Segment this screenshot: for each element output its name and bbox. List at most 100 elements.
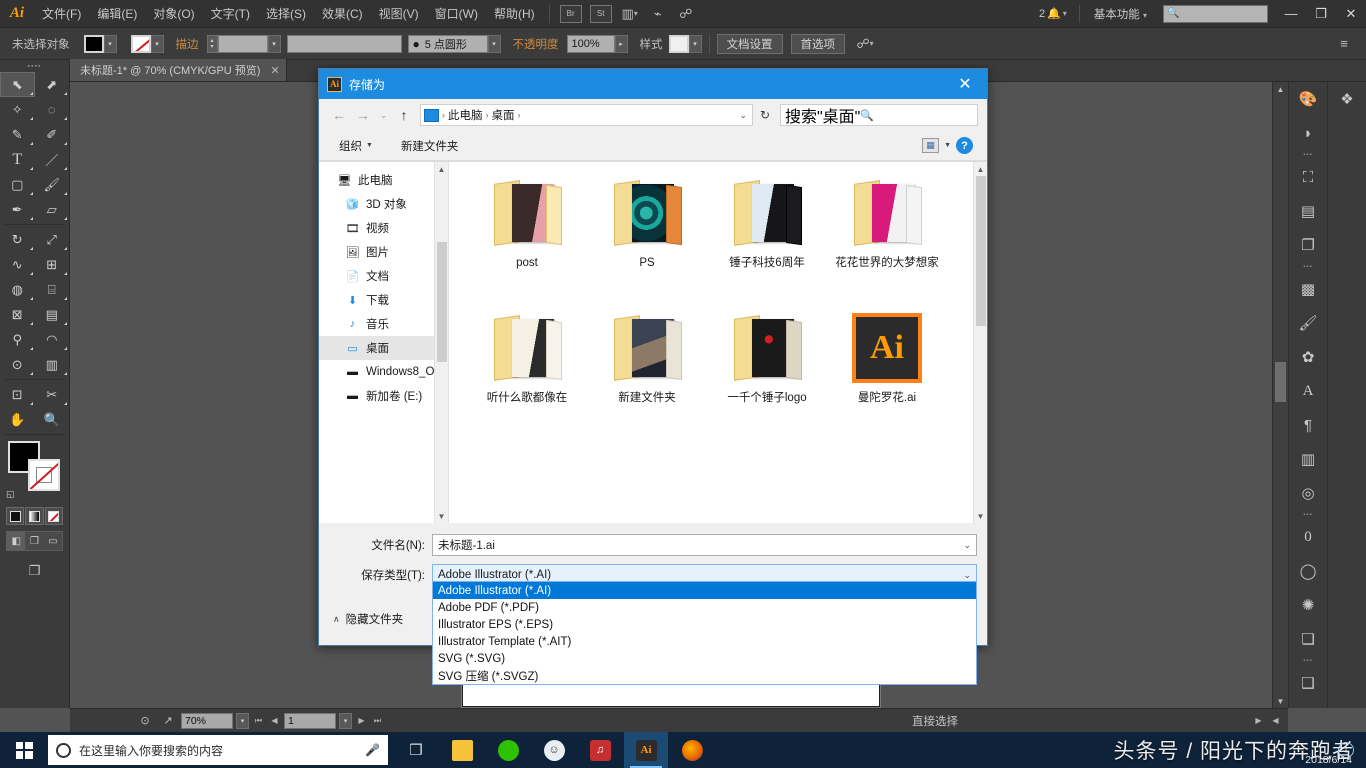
document-setup-button[interactable]: 文档设置 (717, 34, 783, 54)
width-tool[interactable]: ∿ (0, 252, 35, 277)
symbol-sprayer-tool[interactable]: ⊙ (0, 352, 35, 377)
help-icon[interactable]: ? (956, 137, 973, 154)
fill-swatch-group[interactable]: ▾ (84, 35, 117, 53)
firefox-icon[interactable] (670, 732, 714, 768)
tree-item-this-pc[interactable]: 🖥 此电脑 (319, 168, 448, 192)
chevron-down-icon[interactable]: ▼ (944, 142, 951, 149)
scroll-up-icon[interactable]: ▲ (1273, 82, 1288, 96)
hide-folders-button[interactable]: ∧ 隐藏文件夹 (333, 611, 403, 627)
direct-selection-tool[interactable]: ⬈ (35, 72, 70, 97)
scroll-up-icon[interactable]: ▲ (435, 162, 448, 176)
fullscreen-menu-mode-button[interactable]: ❐ (25, 532, 43, 550)
status-expand-icon[interactable]: ▶ (1252, 713, 1265, 729)
filetype-option-svg[interactable]: SVG (*.SVG) (433, 650, 976, 667)
close-icon[interactable]: ✕ (270, 64, 279, 77)
up-button[interactable]: ↑ (393, 104, 415, 126)
dock-group-grip-3[interactable]: ▪▪▪ (1289, 510, 1327, 520)
scrollbar-thumb[interactable] (976, 176, 986, 326)
view-layout-icon[interactable]: ▦ (922, 138, 939, 153)
menu-object[interactable]: 对象(O) (145, 0, 202, 28)
scroll-down-icon[interactable]: ▼ (1273, 694, 1288, 708)
dock-group-grip-4[interactable]: ▪▪▪ (1289, 656, 1327, 666)
filename-input[interactable]: 未标题-1.ai ⌄ (432, 534, 977, 556)
first-artboard-icon[interactable]: ⏮ (252, 713, 265, 729)
edit-toolbar-button[interactable]: ❐ (22, 561, 48, 581)
curvature-tool[interactable]: ✐ (35, 122, 70, 147)
stroke-weight-stepper[interactable]: ▴▾ (207, 35, 218, 53)
free-transform-tool[interactable]: ⊞ (35, 252, 70, 277)
tree-item-new-volume-e[interactable]: ▬ 新加卷 (E:) (319, 384, 448, 408)
zoom-tool[interactable]: 🔍 (35, 407, 70, 432)
hand-tool[interactable]: ✋ (0, 407, 35, 432)
opacity-dropdown-icon[interactable]: ▸ (615, 35, 628, 53)
minimize-button[interactable]: — (1276, 0, 1306, 28)
align-panel-icon[interactable]: ▤ (1289, 194, 1327, 228)
file-explorer-icon[interactable] (440, 732, 484, 768)
tree-item-downloads[interactable]: ⬇ 下载 (319, 288, 448, 312)
netease-music-icon[interactable]: ♫ (578, 732, 622, 768)
recent-locations-button[interactable]: ⌄ (376, 104, 391, 126)
menu-help[interactable]: 帮助(H) (486, 0, 543, 28)
canvas-vertical-scrollbar[interactable]: ▲ ▼ (1272, 82, 1288, 708)
stroke-dropdown-icon[interactable]: ▾ (151, 35, 164, 53)
menu-edit[interactable]: 编辑(E) (89, 0, 145, 28)
panel-menu-icon[interactable]: ≡ (1332, 34, 1356, 54)
arrange-documents-icon[interactable]: ▥▾ (618, 4, 642, 24)
chevron-down-icon[interactable]: ⌄ (963, 540, 976, 551)
cursor-settings-icon[interactable]: ☍ (674, 4, 698, 24)
shape-builder-tool[interactable]: ◍ (0, 277, 35, 302)
type-tool[interactable]: T (0, 147, 35, 172)
rectangle-tool[interactable]: ▢ (0, 172, 35, 197)
paintbrush-tool[interactable]: 🖌 (35, 172, 70, 197)
menu-file[interactable]: 文件(F) (34, 0, 89, 28)
back-button[interactable]: ← (328, 104, 350, 126)
zoom-dropdown-icon[interactable]: ▾ (236, 713, 249, 729)
fit-artboard-icon[interactable]: ⊙ (135, 713, 155, 729)
fullscreen-mode-button[interactable]: ▭ (44, 532, 62, 550)
blend-tool[interactable]: ◠ (35, 327, 70, 352)
tree-item-music[interactable]: ♪ 音乐 (319, 312, 448, 336)
fill-stroke-control[interactable]: ◱ (6, 439, 63, 501)
search-input[interactable]: 🔍 (1163, 5, 1268, 23)
stroke-color-swatch[interactable] (28, 459, 60, 491)
lasso-tool[interactable]: ◌ (35, 97, 70, 122)
zoom-level-field[interactable]: 70% (181, 713, 233, 729)
dialog-close-button[interactable]: ✕ (943, 69, 987, 99)
scroll-up-icon[interactable]: ▲ (974, 162, 987, 176)
status-collapse-icon[interactable]: ◀ (1269, 713, 1282, 729)
file-item[interactable]: PS (587, 170, 707, 305)
stroke-swatch[interactable] (131, 35, 151, 53)
windows-start-icon[interactable] (0, 732, 48, 768)
layers-panel-icon[interactable]: ❖ (1328, 82, 1366, 116)
opacity-field[interactable]: 100% (567, 35, 615, 53)
scrollbar-thumb[interactable] (1275, 362, 1286, 402)
breadcrumb-item-desktop[interactable]: 桌面 (492, 107, 515, 123)
gradient-tool[interactable]: ▤ (35, 302, 70, 327)
artboard-tool[interactable]: ⊡ (0, 382, 35, 407)
close-button[interactable]: ✕ (1336, 0, 1366, 28)
menu-select[interactable]: 选择(S) (258, 0, 314, 28)
selection-tool[interactable]: ⬉ (0, 72, 35, 97)
file-item[interactable]: 一千个锤子logo (707, 305, 827, 440)
scroll-down-icon[interactable]: ▼ (435, 509, 448, 523)
style-swatch-group[interactable]: ▾ (669, 35, 702, 53)
filetype-option-svgz[interactable]: SVG 压缩 (*.SVGZ) (433, 667, 976, 684)
none-mode-button[interactable] (45, 507, 63, 525)
magic-wand-tool[interactable]: ✧ (0, 97, 35, 122)
tree-item-desktop[interactable]: ▭ 桌面 (319, 336, 448, 360)
color-guide-panel-icon[interactable]: ◗ (1289, 116, 1327, 150)
file-item[interactable]: 锤子科技6周年 (707, 170, 827, 305)
stock-button[interactable]: St (590, 5, 612, 23)
scrollbar-thumb[interactable] (437, 242, 447, 362)
microphone-icon[interactable]: 🎤 (365, 743, 380, 757)
task-view-icon[interactable]: ❒ (394, 732, 438, 768)
transform-panel-icon[interactable]: ⛶ (1289, 160, 1327, 194)
file-list[interactable]: post PS (449, 162, 987, 523)
new-folder-button[interactable]: 新建文件夹 (395, 138, 465, 154)
swatches-panel-icon[interactable]: ✺ (1289, 588, 1327, 622)
stroke-swatch-group[interactable]: ▾ (131, 35, 164, 53)
tree-item-3d-objects[interactable]: 🧊 3D 对象 (319, 192, 448, 216)
tree-scrollbar[interactable]: ▲ ▼ (434, 162, 448, 523)
symbols-panel-icon[interactable]: ✿ (1289, 340, 1327, 374)
artboard-number-field[interactable]: 1 (284, 713, 336, 729)
